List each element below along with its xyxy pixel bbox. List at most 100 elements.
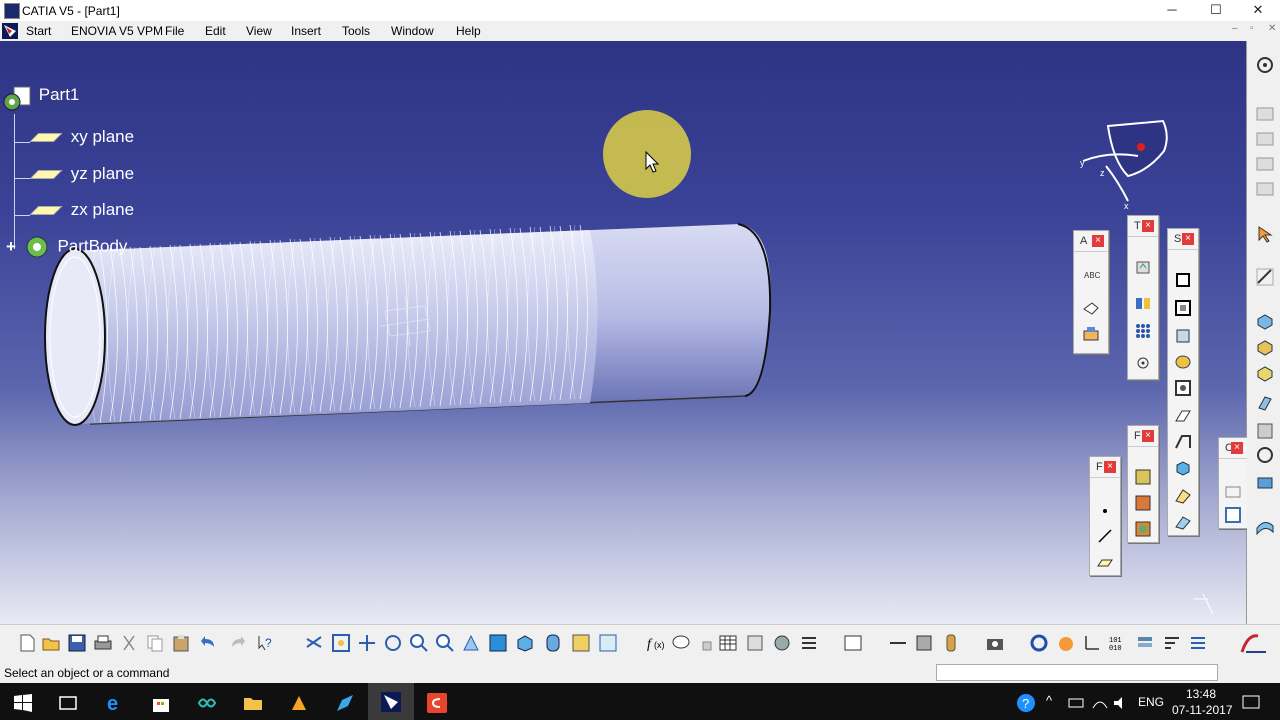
menu-enovia[interactable]: ENOVIA V5 VPM <box>71 24 163 38</box>
command-input[interactable] <box>936 664 1218 681</box>
close-button[interactable]: ✕ <box>1236 0 1280 21</box>
pan-icon[interactable] <box>357 633 377 653</box>
stack-icon[interactable] <box>1135 633 1155 653</box>
doc-minimize-button[interactable]: – <box>1232 23 1238 34</box>
draft-icon[interactable] <box>1134 520 1152 538</box>
compass[interactable]: y z x <box>1078 116 1178 216</box>
save-icon[interactable] <box>67 633 87 653</box>
groove-feature-icon[interactable] <box>1255 393 1275 413</box>
iso-view-icon[interactable] <box>515 633 535 653</box>
doc-restore-button[interactable]: ▫ <box>1250 23 1254 34</box>
paint-app-icon[interactable] <box>288 692 310 714</box>
hide-show-icon[interactable] <box>571 633 591 653</box>
battery-icon[interactable] <box>1066 692 1088 714</box>
toolbar-close-button[interactable]: × <box>1142 430 1154 442</box>
swap-visible-icon[interactable] <box>598 633 618 653</box>
doc-close-button[interactable]: ✕ <box>1268 23 1276 34</box>
menu-edit[interactable]: Edit <box>205 24 226 38</box>
menu-tools[interactable]: Tools <box>342 24 370 38</box>
toolbar-close-button[interactable]: × <box>1182 233 1194 245</box>
expand-plus-icon[interactable]: + <box>4 237 18 257</box>
menu-start[interactable]: Start <box>26 24 51 38</box>
edge-browser-icon[interactable]: e <box>104 692 126 714</box>
chevron-up-icon[interactable]: ^ <box>1046 693 1052 708</box>
language-indicator[interactable]: ENG <box>1138 695 1164 709</box>
text-with-leader-button[interactable]: ABC <box>1084 271 1100 280</box>
set-icon[interactable] <box>799 633 819 653</box>
multi-section-icon[interactable] <box>1174 487 1192 505</box>
hole-icon[interactable] <box>1174 353 1192 371</box>
select-arrow-icon[interactable] <box>1255 224 1275 244</box>
maximize-button[interactable]: ☐ <box>1194 0 1238 21</box>
shaft-feature-icon[interactable] <box>1255 363 1275 383</box>
whats-this-icon[interactable]: ? <box>255 633 275 653</box>
undo-icon[interactable] <box>199 633 219 653</box>
3d-viewport[interactable]: Part1 xy plane yz plane zx plane + PartB… <box>0 41 1248 624</box>
capture-icon[interactable] <box>985 633 1005 653</box>
table-icon[interactable] <box>718 633 738 653</box>
component-icon[interactable] <box>772 633 792 653</box>
tree-item-zx-plane[interactable]: zx plane <box>29 200 134 220</box>
toolbar-close-button[interactable]: × <box>1142 220 1154 232</box>
pocket-icon[interactable] <box>1174 299 1192 317</box>
clock-time[interactable]: 13:48 <box>1186 687 1216 701</box>
lock-icon[interactable] <box>697 633 717 653</box>
axis-icon[interactable] <box>1082 633 1102 653</box>
print-icon[interactable] <box>93 633 113 653</box>
line-icon[interactable] <box>1096 527 1114 545</box>
pen-app-icon[interactable] <box>334 692 356 714</box>
volume-icon[interactable] <box>1110 692 1132 714</box>
sketcher-icon[interactable] <box>1255 104 1275 124</box>
normal-view-icon[interactable] <box>461 633 481 653</box>
tree-item-yz-plane[interactable]: yz plane <box>29 164 134 184</box>
new-file-icon[interactable] <box>17 633 37 653</box>
shaft-icon[interactable] <box>1174 327 1192 345</box>
user-feature-icon[interactable] <box>941 633 961 653</box>
annotation-plane-icon[interactable] <box>1082 325 1100 343</box>
pad-icon[interactable] <box>1174 271 1192 289</box>
pocket-feature-icon[interactable] <box>1255 337 1275 357</box>
pad-feature-icon[interactable] <box>1255 311 1275 331</box>
multi-view-icon[interactable] <box>488 633 508 653</box>
binary-icon[interactable]: 101010 <box>1108 633 1128 653</box>
exit-workbench-icon[interactable] <box>1255 179 1275 199</box>
network-icon[interactable] <box>1089 692 1111 714</box>
minimize-button[interactable]: ─ <box>1150 0 1194 21</box>
tree-root[interactable]: Part1 <box>2 85 79 114</box>
store-icon[interactable] <box>150 692 172 714</box>
surface-feature-icon[interactable] <box>1255 516 1275 536</box>
positioned-sketch-icon[interactable] <box>1255 154 1275 174</box>
toolbar-close-button[interactable]: × <box>1104 461 1116 473</box>
axis-system-icon[interactable] <box>1134 354 1152 372</box>
measure-icon[interactable] <box>1255 267 1275 287</box>
formula-f-icon[interactable]: f (x) <box>645 633 665 653</box>
catalog-icon[interactable] <box>745 633 765 653</box>
move-icon[interactable] <box>888 633 908 653</box>
update-icon[interactable] <box>1134 258 1152 276</box>
scan-icon[interactable] <box>843 633 863 653</box>
constraint-icon[interactable] <box>1224 483 1242 501</box>
transform-feature-icon[interactable] <box>1255 445 1275 465</box>
hand-icon[interactable] <box>1056 633 1076 653</box>
infinity-app-icon[interactable] <box>196 692 218 714</box>
grid-icon[interactable] <box>1134 322 1152 340</box>
sort-icon[interactable] <box>1162 633 1182 653</box>
menu-window[interactable]: Window <box>391 24 434 38</box>
tree-item-partbody[interactable]: + PartBody <box>4 234 127 260</box>
redo-icon[interactable] <box>227 633 247 653</box>
sketch-analysis-icon[interactable] <box>1224 506 1242 524</box>
task-view-icon[interactable] <box>57 692 79 714</box>
toolbar-close-button[interactable]: × <box>1231 442 1243 454</box>
rib-icon[interactable] <box>1174 379 1192 397</box>
windows-start-icon[interactable] <box>12 692 34 714</box>
formula-icon[interactable] <box>1134 294 1152 312</box>
part-model[interactable] <box>0 41 1246 624</box>
fillet-icon[interactable] <box>1134 468 1152 486</box>
zoom-out-icon[interactable] <box>435 633 455 653</box>
point-icon[interactable] <box>1096 502 1114 520</box>
menu-file[interactable]: File <box>165 24 184 38</box>
flag-note-icon[interactable] <box>1082 299 1100 317</box>
sketcher-variant-icon[interactable] <box>1255 129 1275 149</box>
menu-help[interactable]: Help <box>456 24 481 38</box>
copy-icon[interactable] <box>145 633 165 653</box>
